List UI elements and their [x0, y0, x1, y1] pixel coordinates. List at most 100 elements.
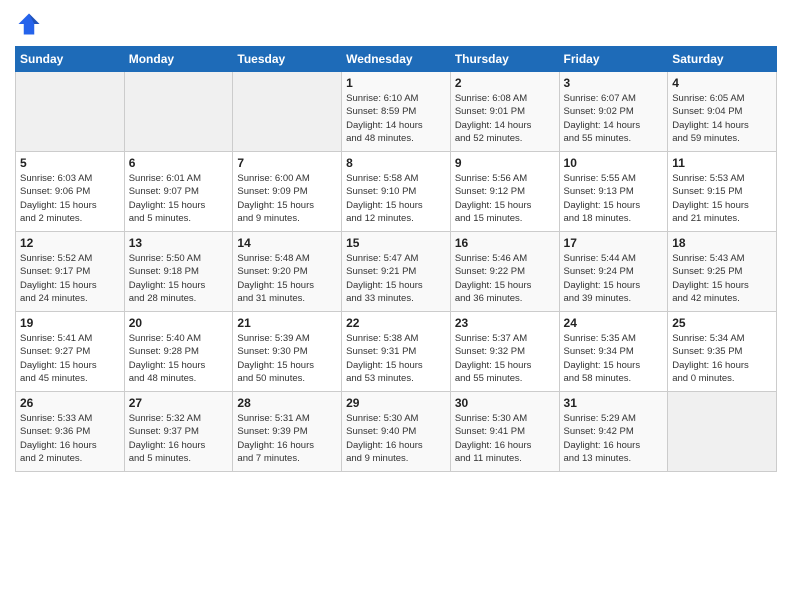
- calendar-cell: 17 Sunrise: 5:44 AM Sunset: 9:24 PM Dayli…: [559, 232, 668, 312]
- calendar-cell: 6 Sunrise: 6:01 AM Sunset: 9:07 PM Daylig…: [124, 152, 233, 232]
- logo-icon: [15, 10, 43, 38]
- cell-info: Sunrise: 6:07 AM Sunset: 9:02 PM Dayligh…: [564, 92, 664, 145]
- calendar-cell: 31 Sunrise: 5:29 AM Sunset: 9:42 PM Dayli…: [559, 392, 668, 472]
- cell-info: Sunrise: 6:03 AM Sunset: 9:06 PM Dayligh…: [20, 172, 120, 225]
- calendar-cell: 19 Sunrise: 5:41 AM Sunset: 9:27 PM Dayli…: [16, 312, 125, 392]
- day-number: 15: [346, 236, 446, 250]
- calendar-cell: 28 Sunrise: 5:31 AM Sunset: 9:39 PM Dayli…: [233, 392, 342, 472]
- cell-info: Sunrise: 5:58 AM Sunset: 9:10 PM Dayligh…: [346, 172, 446, 225]
- cell-info: Sunrise: 5:43 AM Sunset: 9:25 PM Dayligh…: [672, 252, 772, 305]
- calendar-cell: 7 Sunrise: 6:00 AM Sunset: 9:09 PM Daylig…: [233, 152, 342, 232]
- day-number: 22: [346, 316, 446, 330]
- calendar-cell: 9 Sunrise: 5:56 AM Sunset: 9:12 PM Daylig…: [450, 152, 559, 232]
- cell-info: Sunrise: 5:30 AM Sunset: 9:40 PM Dayligh…: [346, 412, 446, 465]
- day-number: 3: [564, 76, 664, 90]
- week-row-5: 26Sunrise: 5:33 AM Sunset: 9:36 PM Dayli…: [16, 392, 777, 472]
- day-number: 4: [672, 76, 772, 90]
- day-header-monday: Monday: [124, 47, 233, 72]
- cell-info: Sunrise: 5:38 AM Sunset: 9:31 PM Dayligh…: [346, 332, 446, 385]
- day-header-thursday: Thursday: [450, 47, 559, 72]
- day-number: 21: [237, 316, 337, 330]
- cell-info: Sunrise: 6:00 AM Sunset: 9:09 PM Dayligh…: [237, 172, 337, 225]
- cell-info: Sunrise: 5:40 AM Sunset: 9:28 PM Dayligh…: [129, 332, 229, 385]
- day-number: 17: [564, 236, 664, 250]
- calendar-cell: 27Sunrise: 5:32 AM Sunset: 9:37 PM Dayli…: [124, 392, 233, 472]
- calendar-cell: [16, 72, 125, 152]
- cell-info: Sunrise: 5:39 AM Sunset: 9:30 PM Dayligh…: [237, 332, 337, 385]
- cell-info: Sunrise: 5:50 AM Sunset: 9:18 PM Dayligh…: [129, 252, 229, 305]
- day-number: 1: [346, 76, 446, 90]
- week-row-3: 12Sunrise: 5:52 AM Sunset: 9:17 PM Dayli…: [16, 232, 777, 312]
- calendar-cell: 1 Sunrise: 6:10 AM Sunset: 8:59 PM Daylig…: [342, 72, 451, 152]
- cell-info: Sunrise: 5:44 AM Sunset: 9:24 PM Dayligh…: [564, 252, 664, 305]
- cell-info: Sunrise: 5:37 AM Sunset: 9:32 PM Dayligh…: [455, 332, 555, 385]
- day-number: 27: [129, 396, 229, 410]
- cell-info: Sunrise: 5:30 AM Sunset: 9:41 PM Dayligh…: [455, 412, 555, 465]
- day-number: 31: [564, 396, 664, 410]
- day-number: 8: [346, 156, 446, 170]
- calendar-cell: 21 Sunrise: 5:39 AM Sunset: 9:30 PM Dayli…: [233, 312, 342, 392]
- day-header-friday: Friday: [559, 47, 668, 72]
- cell-info: Sunrise: 6:08 AM Sunset: 9:01 PM Dayligh…: [455, 92, 555, 145]
- cell-info: Sunrise: 5:33 AM Sunset: 9:36 PM Dayligh…: [20, 412, 120, 465]
- cell-info: Sunrise: 5:34 AM Sunset: 9:35 PM Dayligh…: [672, 332, 772, 385]
- day-header-saturday: Saturday: [668, 47, 777, 72]
- cell-info: Sunrise: 5:31 AM Sunset: 9:39 PM Dayligh…: [237, 412, 337, 465]
- cell-info: Sunrise: 5:47 AM Sunset: 9:21 PM Dayligh…: [346, 252, 446, 305]
- calendar-cell: 20 Sunrise: 5:40 AM Sunset: 9:28 PM Dayli…: [124, 312, 233, 392]
- week-row-4: 19 Sunrise: 5:41 AM Sunset: 9:27 PM Dayli…: [16, 312, 777, 392]
- day-number: 11: [672, 156, 772, 170]
- calendar-cell: 12Sunrise: 5:52 AM Sunset: 9:17 PM Dayli…: [16, 232, 125, 312]
- logo: [15, 10, 47, 38]
- calendar-cell: [124, 72, 233, 152]
- cell-info: Sunrise: 5:48 AM Sunset: 9:20 PM Dayligh…: [237, 252, 337, 305]
- day-number: 7: [237, 156, 337, 170]
- calendar-cell: 2 Sunrise: 6:08 AM Sunset: 9:01 PM Daylig…: [450, 72, 559, 152]
- calendar-cell: 30 Sunrise: 5:30 AM Sunset: 9:41 PM Dayli…: [450, 392, 559, 472]
- day-number: 14: [237, 236, 337, 250]
- cell-info: Sunrise: 6:01 AM Sunset: 9:07 PM Dayligh…: [129, 172, 229, 225]
- day-number: 2: [455, 76, 555, 90]
- calendar-cell: 16Sunrise: 5:46 AM Sunset: 9:22 PM Dayli…: [450, 232, 559, 312]
- cell-info: Sunrise: 6:10 AM Sunset: 8:59 PM Dayligh…: [346, 92, 446, 145]
- calendar-table: SundayMondayTuesdayWednesdayThursdayFrid…: [15, 46, 777, 472]
- page-header: [15, 10, 777, 38]
- day-number: 18: [672, 236, 772, 250]
- day-number: 25: [672, 316, 772, 330]
- cell-info: Sunrise: 5:29 AM Sunset: 9:42 PM Dayligh…: [564, 412, 664, 465]
- calendar-cell: 25 Sunrise: 5:34 AM Sunset: 9:35 PM Dayli…: [668, 312, 777, 392]
- calendar-cell: 4Sunrise: 6:05 AM Sunset: 9:04 PM Daylig…: [668, 72, 777, 152]
- week-row-1: 1 Sunrise: 6:10 AM Sunset: 8:59 PM Daylig…: [16, 72, 777, 152]
- calendar-cell: 26Sunrise: 5:33 AM Sunset: 9:36 PM Dayli…: [16, 392, 125, 472]
- day-number: 13: [129, 236, 229, 250]
- cell-info: Sunrise: 5:41 AM Sunset: 9:27 PM Dayligh…: [20, 332, 120, 385]
- day-number: 29: [346, 396, 446, 410]
- days-header-row: SundayMondayTuesdayWednesdayThursdayFrid…: [16, 47, 777, 72]
- calendar-cell: [668, 392, 777, 472]
- cell-info: Sunrise: 5:53 AM Sunset: 9:15 PM Dayligh…: [672, 172, 772, 225]
- calendar-cell: 23Sunrise: 5:37 AM Sunset: 9:32 PM Dayli…: [450, 312, 559, 392]
- day-number: 10: [564, 156, 664, 170]
- calendar-cell: 13 Sunrise: 5:50 AM Sunset: 9:18 PM Dayli…: [124, 232, 233, 312]
- day-number: 12: [20, 236, 120, 250]
- calendar-cell: 3 Sunrise: 6:07 AM Sunset: 9:02 PM Daylig…: [559, 72, 668, 152]
- calendar-cell: 5Sunrise: 6:03 AM Sunset: 9:06 PM Daylig…: [16, 152, 125, 232]
- cell-info: Sunrise: 5:35 AM Sunset: 9:34 PM Dayligh…: [564, 332, 664, 385]
- day-number: 6: [129, 156, 229, 170]
- day-number: 28: [237, 396, 337, 410]
- calendar-cell: 18 Sunrise: 5:43 AM Sunset: 9:25 PM Dayli…: [668, 232, 777, 312]
- day-number: 9: [455, 156, 555, 170]
- cell-info: Sunrise: 5:55 AM Sunset: 9:13 PM Dayligh…: [564, 172, 664, 225]
- day-header-wednesday: Wednesday: [342, 47, 451, 72]
- calendar-cell: [233, 72, 342, 152]
- calendar-cell: 8 Sunrise: 5:58 AM Sunset: 9:10 PM Daylig…: [342, 152, 451, 232]
- cell-info: Sunrise: 5:56 AM Sunset: 9:12 PM Dayligh…: [455, 172, 555, 225]
- calendar-cell: 15 Sunrise: 5:47 AM Sunset: 9:21 PM Dayli…: [342, 232, 451, 312]
- calendar-page: SundayMondayTuesdayWednesdayThursdayFrid…: [0, 0, 792, 612]
- day-number: 30: [455, 396, 555, 410]
- day-number: 20: [129, 316, 229, 330]
- day-number: 24: [564, 316, 664, 330]
- calendar-cell: 14 Sunrise: 5:48 AM Sunset: 9:20 PM Dayli…: [233, 232, 342, 312]
- day-number: 19: [20, 316, 120, 330]
- calendar-cell: 11 Sunrise: 5:53 AM Sunset: 9:15 PM Dayli…: [668, 152, 777, 232]
